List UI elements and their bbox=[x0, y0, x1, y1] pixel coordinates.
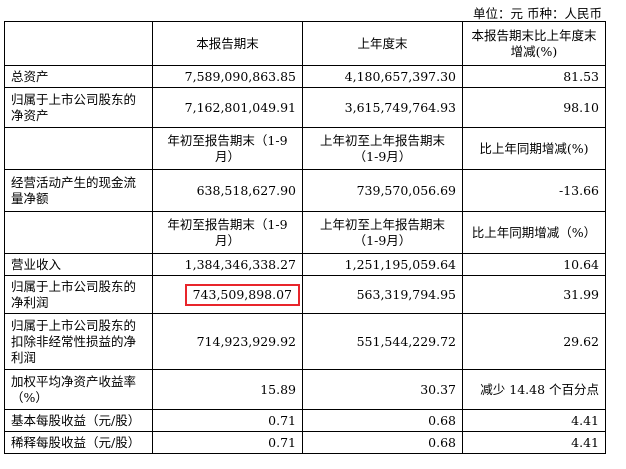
cell-value: -13.66 bbox=[462, 169, 606, 212]
highlight-box: 743,509,898.07 bbox=[184, 283, 300, 306]
header-empty-cell bbox=[4, 211, 153, 254]
cell-value: 7,589,090,863.85 bbox=[152, 65, 303, 88]
header-ytd: 年初至报告期末（1-9月） bbox=[152, 211, 303, 254]
row-label: 归属于上市公司股东的扣除非经常性损益的净利润 bbox=[4, 313, 153, 370]
header-prior-ytd: 上年初至上年报告期末（1-9月） bbox=[302, 127, 463, 170]
cell-value: 减少 14.48 个百分点 bbox=[462, 369, 606, 410]
cell-value: 0.71 bbox=[152, 409, 303, 432]
table-row-net-profit-adjusted: 归属于上市公司股东的扣除非经常性损益的净利润 714,923,929.92 55… bbox=[4, 313, 606, 370]
table-row-diluted-eps: 稀释每股收益（元/股） 0.71 0.68 4.41 bbox=[4, 431, 606, 454]
cell-value: 0.68 bbox=[302, 409, 463, 432]
header-row-balance: 本报告期末 上年度末 本报告期末比上年度末增减(%) bbox=[4, 21, 606, 66]
header-prior-ytd: 上年初至上年报告期末（1-9月） bbox=[302, 211, 463, 254]
header-empty-cell bbox=[4, 21, 153, 66]
cell-value: 31.99 bbox=[462, 275, 606, 314]
header-change-pct: 本报告期末比上年度末增减(%) bbox=[462, 21, 606, 66]
header-ytd: 年初至报告期末（1-9月） bbox=[152, 127, 303, 170]
cell-value: 10.64 bbox=[462, 253, 606, 276]
cell-value: 638,518,627.90 bbox=[152, 169, 303, 212]
table-row-operating-cashflow: 经营活动产生的现金流量净额 638,518,627.90 739,570,056… bbox=[4, 169, 606, 212]
cell-value: 7,162,801,049.91 bbox=[152, 87, 303, 128]
cell-value: 4.41 bbox=[462, 409, 606, 432]
table-row-net-assets: 归属于上市公司股东的净资产 7,162,801,049.91 3,615,749… bbox=[4, 87, 606, 128]
header-yoy-change: 比上年同期增减（%） bbox=[462, 211, 606, 254]
table-row-total-assets: 总资产 7,589,090,863.85 4,180,657,397.30 81… bbox=[4, 65, 606, 88]
cell-value: 551,544,229.72 bbox=[302, 313, 463, 370]
cell-value: 1,251,195,059.64 bbox=[302, 253, 463, 276]
cell-value: 15.89 bbox=[152, 369, 303, 410]
row-label: 归属于上市公司股东的净利润 bbox=[4, 275, 153, 314]
cell-value: 563,319,794.95 bbox=[302, 275, 463, 314]
cell-value: 30.37 bbox=[302, 369, 463, 410]
cell-value: 81.53 bbox=[462, 65, 606, 88]
cell-value: 714,923,929.92 bbox=[152, 313, 303, 370]
cell-value: 4.41 bbox=[462, 431, 606, 454]
row-label: 总资产 bbox=[4, 65, 153, 88]
table-row-basic-eps: 基本每股收益（元/股） 0.71 0.68 4.41 bbox=[4, 409, 606, 432]
cell-value: 0.71 bbox=[152, 431, 303, 454]
financial-summary-table: 本报告期末 上年度末 本报告期末比上年度末增减(%) 总资产 7,589,090… bbox=[4, 21, 606, 454]
cell-value: 0.68 bbox=[302, 431, 463, 454]
header-row-income: 年初至报告期末（1-9月） 上年初至上年报告期末（1-9月） 比上年同期增减（%… bbox=[4, 211, 606, 254]
table-row-roe: 加权平均净资产收益率（%） 15.89 30.37 减少 14.48 个百分点 bbox=[4, 369, 606, 410]
row-label: 经营活动产生的现金流量净额 bbox=[4, 169, 153, 212]
row-label: 稀释每股收益（元/股） bbox=[4, 431, 153, 454]
cell-value: 98.10 bbox=[462, 87, 606, 128]
table-row-net-profit: 归属于上市公司股东的净利润 743,509,898.07 563,319,794… bbox=[4, 275, 606, 314]
row-label: 加权平均净资产收益率（%） bbox=[4, 369, 153, 410]
row-label: 营业收入 bbox=[4, 253, 153, 276]
row-label: 基本每股收益（元/股） bbox=[4, 409, 153, 432]
header-row-cashflow: 年初至报告期末（1-9月） 上年初至上年报告期末（1-9月） 比上年同期增减(%… bbox=[4, 127, 606, 170]
table-row-revenue: 营业收入 1,384,346,338.27 1,251,195,059.64 1… bbox=[4, 253, 606, 276]
header-yoy-change: 比上年同期增减(%) bbox=[462, 127, 606, 170]
cell-value-highlighted: 743,509,898.07 bbox=[152, 275, 303, 314]
cell-value: 3,615,749,764.93 bbox=[302, 87, 463, 128]
cell-value: 739,570,056.69 bbox=[302, 169, 463, 212]
cell-value: 1,384,346,338.27 bbox=[152, 253, 303, 276]
unit-currency-note: 单位：元 币种：人民币 bbox=[473, 6, 602, 21]
header-empty-cell bbox=[4, 127, 153, 170]
row-label: 归属于上市公司股东的净资产 bbox=[4, 87, 153, 128]
header-prior-year-end: 上年度末 bbox=[302, 21, 463, 66]
header-period-end: 本报告期末 bbox=[152, 21, 303, 66]
cell-value: 4,180,657,397.30 bbox=[302, 65, 463, 88]
cell-value: 29.62 bbox=[462, 313, 606, 370]
